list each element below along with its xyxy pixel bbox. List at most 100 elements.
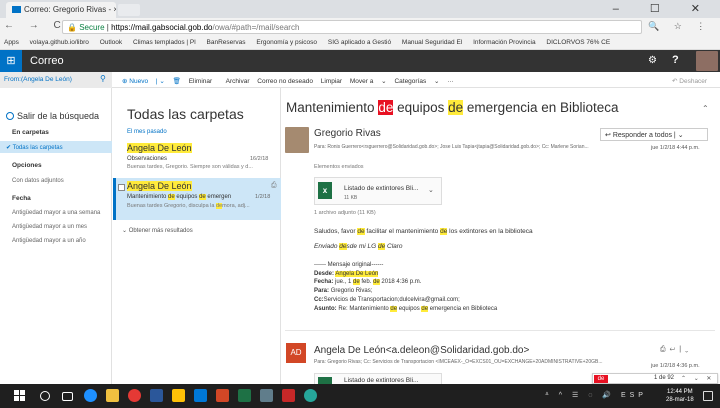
undo-icon: ↶: [672, 78, 678, 85]
app-launcher-icon[interactable]: ⊞: [0, 50, 22, 72]
store-icon[interactable]: [172, 389, 185, 402]
body-text: Saludos, favor: [314, 228, 358, 235]
categories-button[interactable]: Categorías ⌄: [394, 78, 439, 85]
bookmark[interactable]: Información Provincia: [473, 39, 536, 46]
mail-icon[interactable]: [194, 389, 207, 402]
chevron-down-icon: ⌄: [122, 228, 128, 234]
new-tab-button[interactable]: [118, 4, 140, 16]
orig-header: ------ Mensaje original------: [314, 262, 384, 268]
new-label: Nuevo: [129, 78, 149, 85]
notification-icon[interactable]: [703, 391, 713, 401]
message-checkbox[interactable]: [118, 184, 125, 191]
sender-name[interactable]: Angela De León<a.deleon@Solidaridad.gob.…: [314, 345, 529, 356]
options-heading: Opciones: [12, 162, 42, 169]
new-button[interactable]: ⊕ Nuevo | ⌄: [122, 78, 165, 85]
original-message: ------ Mensaje original------ Desde: Ang…: [314, 261, 497, 313]
more-results-link[interactable]: ⌄ Obtener más resultados: [122, 227, 193, 234]
sweep-button[interactable]: Limpiar: [321, 78, 342, 85]
label: Asunto:: [314, 305, 337, 312]
omnibox-icons[interactable]: 🔍 ☆ ⋮: [648, 21, 711, 32]
avatar[interactable]: [696, 51, 718, 71]
preview-part: Buenas tardes Gregorio, disculpa la: [127, 203, 216, 209]
label: Fecha:: [314, 279, 334, 286]
search-icon[interactable]: [40, 391, 50, 401]
junk-button[interactable]: Correo no deseado: [257, 78, 313, 85]
message-actions[interactable]: ⎙↩|⌄: [660, 346, 692, 354]
chevron-down-icon[interactable]: ⌄: [428, 186, 434, 194]
body-text: emergencia en Biblioteca: [428, 305, 498, 312]
reply-all-label: Responder a todos: [612, 132, 672, 139]
bookmark[interactable]: Ergonomía y psicoso: [256, 39, 317, 46]
clock-date: 28-mar-18: [666, 397, 694, 403]
message-list-title: Todas las carpetas: [127, 106, 244, 122]
exit-search-button[interactable]: Salir de la búsqueda: [6, 111, 99, 121]
archive-button[interactable]: Archivar: [226, 78, 250, 85]
system-tray[interactable]: ᐞ ^ ☰ ◌ 🔊 ESP: [545, 391, 647, 399]
bookmark[interactable]: SIG aplicado a Gestió: [328, 39, 391, 46]
filter-date-year[interactable]: Antigüedad mayor a un año: [12, 238, 86, 244]
tab-close-icon[interactable]: ×: [113, 5, 116, 14]
label: Para:: [314, 288, 330, 295]
attachment-icon: ⎙: [660, 346, 670, 353]
back-arrow-icon: [6, 112, 14, 120]
address-bar[interactable]: 🔒 Secure | https://mail.gabsocial.gob.do…: [62, 20, 642, 34]
bookmark[interactable]: DICLORVOS 76% CE: [546, 39, 610, 46]
bookmark[interactable]: volaya.github.io/libro: [30, 39, 89, 46]
delete-button[interactable]: 🗑 Eliminar: [173, 78, 219, 85]
excel-icon[interactable]: [238, 389, 251, 402]
tab-title: Correo: Gregorio Rivas -: [24, 5, 114, 14]
clock[interactable]: 12:44 PM 28-mar-18: [666, 388, 694, 404]
powerpoint-icon[interactable]: [216, 389, 229, 402]
message-date: jue 1/2/18 4:44 p.m.: [651, 145, 700, 151]
task-view-icon[interactable]: [62, 392, 73, 401]
collapse-icon[interactable]: ⌃: [702, 104, 709, 113]
more-button[interactable]: ···: [447, 78, 454, 85]
undo-button[interactable]: ↶ Deshacer: [672, 77, 707, 85]
pdf-reader-icon[interactable]: [282, 389, 295, 402]
bookmark[interactable]: Manual Seguridad El: [402, 39, 462, 46]
gear-icon[interactable]: ⚙: [648, 55, 657, 66]
checkmark-icon: ✔: [6, 145, 12, 151]
url-host: https://mail.gabsocial.gob.do: [111, 23, 213, 32]
reply-all-button[interactable]: ↩ Responder a todos | ⌄: [600, 128, 708, 141]
label: Desde:: [314, 270, 335, 277]
windows-start-icon[interactable]: [14, 390, 25, 401]
orig-cc: Cc:Servicios de Transportacion;dulcelvir…: [314, 296, 497, 305]
find-input[interactable]: de: [594, 375, 608, 383]
body-highlight: de: [339, 243, 347, 250]
word-icon[interactable]: [150, 389, 163, 402]
mail-icon: [12, 6, 21, 14]
app-icon[interactable]: [260, 389, 273, 402]
excel-file-icon: [318, 377, 332, 384]
filter-date-month[interactable]: Antigüedad mayor a un mes: [12, 224, 87, 230]
list-item[interactable]: [113, 141, 281, 174]
subject-part: Mantenimiento: [127, 194, 169, 200]
bookmark-apps[interactable]: Apps: [4, 39, 19, 46]
browser-tab[interactable]: Correo: Gregorio Rivas - ×: [6, 2, 116, 18]
search-icon[interactable]: ⚲: [100, 74, 106, 83]
file-explorer-icon[interactable]: [106, 389, 119, 402]
search-input[interactable]: From:(Angela De León): [0, 72, 112, 88]
bookmark[interactable]: Climas templados | Pl: [133, 39, 196, 46]
filter-date-week[interactable]: Antigüedad mayor a una semana: [12, 210, 100, 216]
bookmark[interactable]: BanReservas: [207, 39, 246, 46]
sender-name[interactable]: Gregorio Rivas: [314, 128, 381, 139]
edge-icon[interactable]: [84, 389, 97, 402]
move-to-button[interactable]: Mover a ⌄: [350, 78, 387, 85]
reply-icon[interactable]: ↩: [670, 346, 680, 353]
subject-part: equipos: [174, 194, 200, 200]
filter-with-attachments[interactable]: Con datos adjuntos: [12, 178, 64, 184]
attachment-name: Listado de extintores Bli...: [344, 377, 419, 384]
message-date: jue 1/2/18 4:36 p.m.: [651, 363, 700, 369]
help-icon[interactable]: ?: [672, 54, 679, 66]
find-nav-buttons[interactable]: ⌃ ⌄ ✕: [681, 375, 714, 382]
app-icon[interactable]: [304, 389, 317, 402]
chevron-down-icon[interactable]: |⌄: [679, 346, 692, 353]
sidebar-item-all-folders[interactable]: ✔ Todas las carpetas: [6, 144, 63, 151]
window-controls[interactable]: – ☐ ✕: [613, 2, 714, 15]
subject-highlight: de: [448, 100, 464, 115]
bookmark[interactable]: Outlook: [100, 39, 122, 46]
body-text: Re: Mantenimiento: [338, 305, 391, 312]
categories-label: Categorías: [394, 78, 427, 85]
chrome-icon[interactable]: [128, 389, 141, 402]
